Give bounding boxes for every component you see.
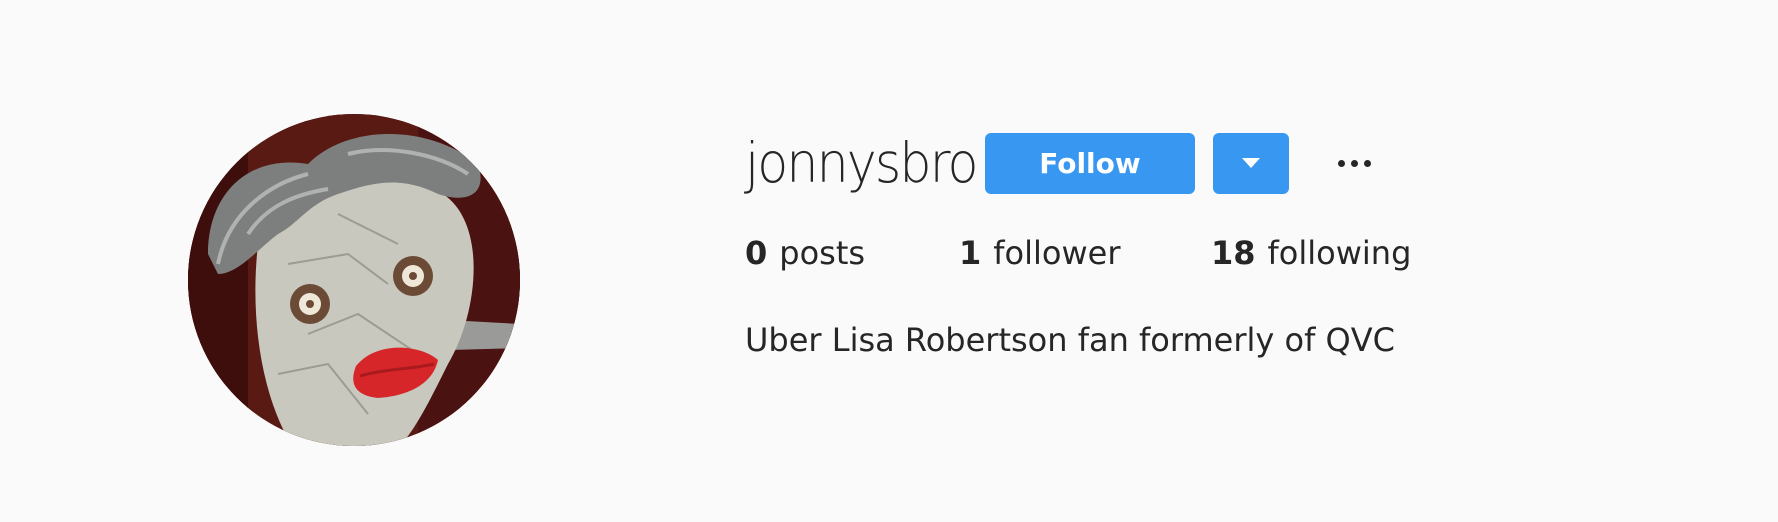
following-count: 18	[1211, 234, 1256, 272]
followers-count: 1	[959, 234, 982, 272]
title-row: jonnysbro Follow	[745, 125, 1705, 201]
follow-button[interactable]: Follow	[985, 132, 1195, 194]
profile-avatar[interactable]	[188, 114, 520, 446]
more-options-icon	[1363, 159, 1371, 167]
profile-bio: Uber Lisa Robertson fan formerly of QVC	[745, 321, 1395, 359]
suggestions-dropdown-button[interactable]	[1213, 132, 1289, 194]
stats-row: 0 posts 1 follower 18 following	[745, 231, 1705, 275]
profile-info: jonnysbro Follow 0 posts 1 follower 18 f…	[745, 125, 1705, 359]
posts-count: 0	[745, 234, 768, 272]
followers-label: follower	[993, 234, 1121, 272]
more-options-icon	[1350, 159, 1358, 167]
followers-stat[interactable]: 1 follower	[959, 234, 1211, 272]
avatar-image	[188, 114, 520, 446]
profile-header: jonnysbro Follow 0 posts 1 follower 18 f…	[0, 0, 1778, 522]
posts-label: posts	[779, 234, 866, 272]
posts-stat: 0 posts	[745, 234, 959, 272]
following-stat[interactable]: 18 following	[1211, 234, 1411, 272]
more-options-button[interactable]	[1327, 143, 1381, 183]
more-options-icon	[1337, 159, 1345, 167]
following-label: following	[1267, 234, 1412, 272]
username: jonnysbro	[745, 131, 979, 195]
caret-down-icon	[1242, 158, 1260, 168]
